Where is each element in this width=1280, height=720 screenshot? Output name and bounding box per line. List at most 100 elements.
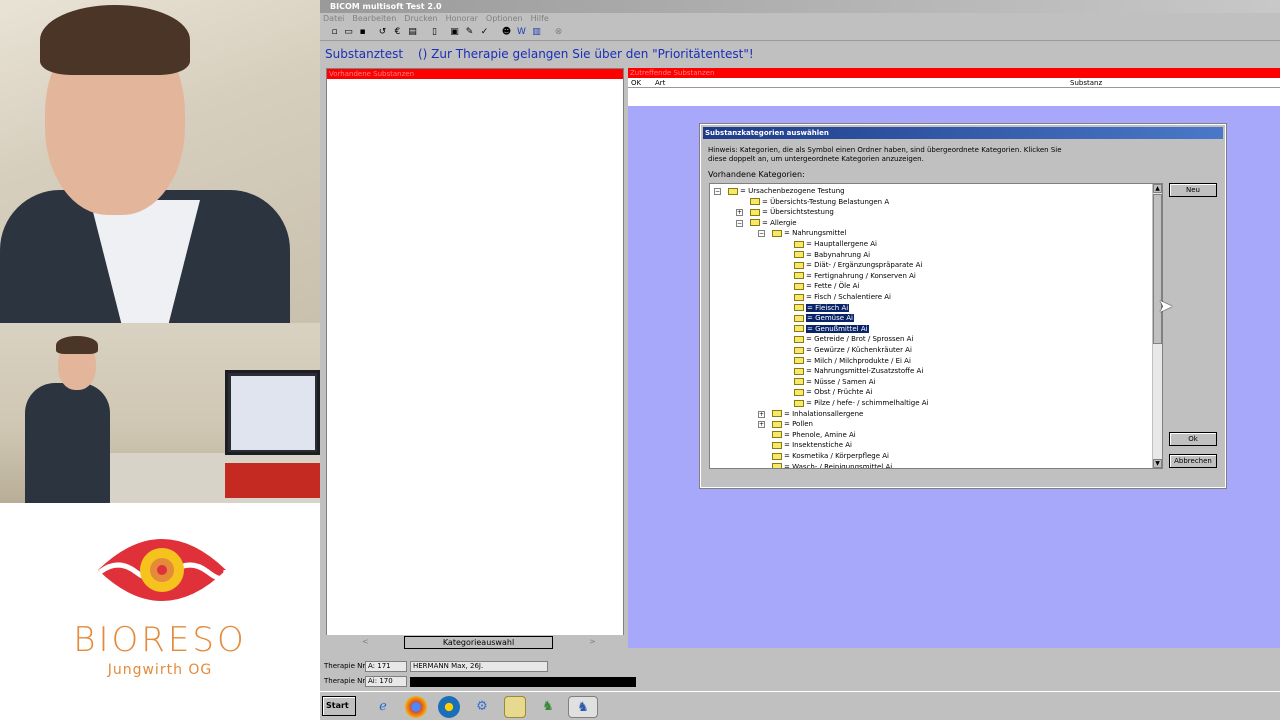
nav-right-button[interactable]: > [589,637,596,646]
nav-left-button[interactable]: < [362,637,369,646]
folder-icon [794,346,804,354]
bicom-active-icon[interactable]: ♞ [568,696,598,718]
expand-icon[interactable]: + [758,421,765,429]
tree-item[interactable]: = Gemüse Ai [780,313,854,324]
col-art[interactable]: Art [655,78,665,88]
tool-icon[interactable]: ⚙ [471,696,493,718]
ok-button[interactable]: Ok [1169,432,1217,446]
scroll-up-icon[interactable]: ▲ [1153,184,1162,193]
tree-item[interactable]: = Fleisch Ai [780,303,850,314]
hair [40,5,190,75]
toolbar: ▫ ▭ ▪ ↺ € ▤ ▯ ▣ ✎ ✓ ☻ W ▥ ⊗ [320,25,1280,41]
folder-icon [794,282,804,290]
cancel-button[interactable]: Abbrechen [1169,454,1217,468]
category-dialog: Substanzkategorien auswählen Hinweis: Ka… [699,123,1227,489]
expand-icon[interactable]: + [736,209,743,217]
menu-drucken[interactable]: Drucken [404,14,437,23]
network-icon[interactable] [438,696,460,718]
tree-item[interactable]: = Nahrungsmittel-Zusatzstoffe Ai [780,366,923,377]
device-icon[interactable]: ▯ [429,27,440,38]
menu-bearbeiten[interactable]: Bearbeiten [352,14,396,23]
therapy-label-2: Therapie Nr. [324,677,367,685]
app-window: BICOM multisoft Test 2.0 Datei Bearbeiten… [320,0,1280,720]
folder-icon [772,441,782,449]
tree-item[interactable]: = Wasch- / Reinigungsmittel Ai [758,462,892,468]
save-icon[interactable]: ▪ [357,27,368,38]
folder-icon [772,229,782,237]
category-tree[interactable]: − = Ursachenbezogene Testung = Übersichts-… [709,183,1163,469]
tree-item[interactable]: = Nüsse / Samen Ai [780,377,875,388]
new-icon[interactable]: ▫ [329,27,340,38]
expand-icon[interactable]: + [758,410,765,418]
tree-item[interactable]: − = Nahrungsmittel [758,228,846,239]
progress-bar [410,677,636,687]
matching-list[interactable] [628,88,1280,106]
folder-icon [794,261,804,269]
bicom-icon[interactable]: ♞ [537,696,559,718]
collapse-icon[interactable]: − [714,188,721,195]
close-icon[interactable]: ⊗ [553,27,564,38]
tree-item[interactable]: = Pilze / hefe- / schimmelhaltige Ai [780,398,929,409]
menu-datei[interactable]: Datei [323,14,344,23]
folder-icon [750,208,760,216]
open-icon[interactable]: ▭ [343,27,354,38]
euro-icon[interactable]: € [392,27,403,38]
new-button[interactable]: Neu [1169,183,1217,197]
person-hair [56,336,98,354]
tree-item[interactable]: = Insektenstiche Ai [758,440,852,451]
collapse-icon[interactable]: − [758,230,765,238]
menu-hilfe[interactable]: Hilfe [531,14,549,23]
tree-item[interactable]: = Übersichts-Testung Belastungen A [736,197,889,208]
tree-scrollbar[interactable]: ▲ ▼ [1152,184,1162,468]
folder-icon [772,463,782,468]
tree-item[interactable]: + = Übersichtstestung [736,207,834,218]
tree-item[interactable]: − = Ursachenbezogene Testung [714,186,845,197]
tree-item[interactable]: = Diät- / Ergänzungspräparate Ai [780,260,922,271]
col-substanz[interactable]: Substanz [1070,78,1102,88]
category-bar: < Kategorieauswahl > [324,635,624,649]
tree-item[interactable]: = Milch / Milchprodukte / Ei Ai [780,356,911,367]
col-ok[interactable]: OK [631,78,641,88]
scroll-down-icon[interactable]: ▼ [1153,459,1162,468]
tree-item-label: = Kosmetika / Körperpflege Ai [784,452,890,460]
available-substances-list[interactable]: Vorhandene Substanzen [326,68,624,636]
folder-icon [794,293,804,301]
tree-item[interactable]: = Genußmittel Ai [780,324,869,335]
collapse-icon[interactable]: − [736,219,743,227]
print-icon[interactable]: ▤ [407,27,418,38]
tree-item-label: = Hauptallergene Ai [806,240,877,248]
tree-item-label: = Allergie [762,218,797,227]
tree-item[interactable]: = Phenole, Amine Ai [758,430,856,441]
undo-icon[interactable]: ↺ [377,27,388,38]
check-icon[interactable]: ✓ [479,27,490,38]
scroll-thumb[interactable] [1153,194,1162,344]
tree-item[interactable]: = Fisch / Schalentiere Ai [780,292,891,303]
chart-icon[interactable]: ▥ [531,27,542,38]
category-select-button[interactable]: Kategorieauswahl [404,636,553,649]
word-icon[interactable]: W [516,27,527,38]
tree-item[interactable]: = Kosmetika / Körperpflege Ai [758,451,889,462]
dialog-hint: Hinweis: Kategorien, die als Symbol eine… [708,146,1062,163]
edit-icon[interactable]: ✎ [464,27,475,38]
tree-item[interactable]: = Hauptallergene Ai [780,239,877,250]
folder-icon[interactable] [504,696,526,718]
tree-item[interactable]: = Babynahrung Ai [780,250,870,261]
tree-item[interactable]: + = Inhalationsallergene [758,409,863,420]
tree-item[interactable]: = Fette / Öle Ai [780,281,859,292]
tree-item[interactable]: = Fertignahrung / Konserven Ai [780,271,916,282]
menu-optionen[interactable]: Optionen [486,14,523,23]
person-icon[interactable]: ☻ [501,27,512,38]
ie-icon[interactable]: ℯ [372,696,394,718]
start-button[interactable]: Start [322,696,356,716]
tree-item[interactable]: = Getreide / Brot / Sprossen Ai [780,334,913,345]
chrome-icon[interactable] [405,696,427,718]
menu-honorar[interactable]: Honorar [446,14,478,23]
tree-item[interactable]: + = Pollen [758,419,813,430]
form-icon[interactable]: ▣ [449,27,460,38]
folder-icon [772,420,782,428]
tree-item[interactable]: = Gewürze / Küchenkräuter Ai [780,345,912,356]
tree-item-label: = Übersichts-Testung Belastungen A [762,197,890,206]
tree-item[interactable]: − = Allergie [736,218,797,229]
tree-item[interactable]: = Obst / Früchte Ai [780,387,872,398]
tree-item-label: = Nahrungsmittel [784,229,847,238]
